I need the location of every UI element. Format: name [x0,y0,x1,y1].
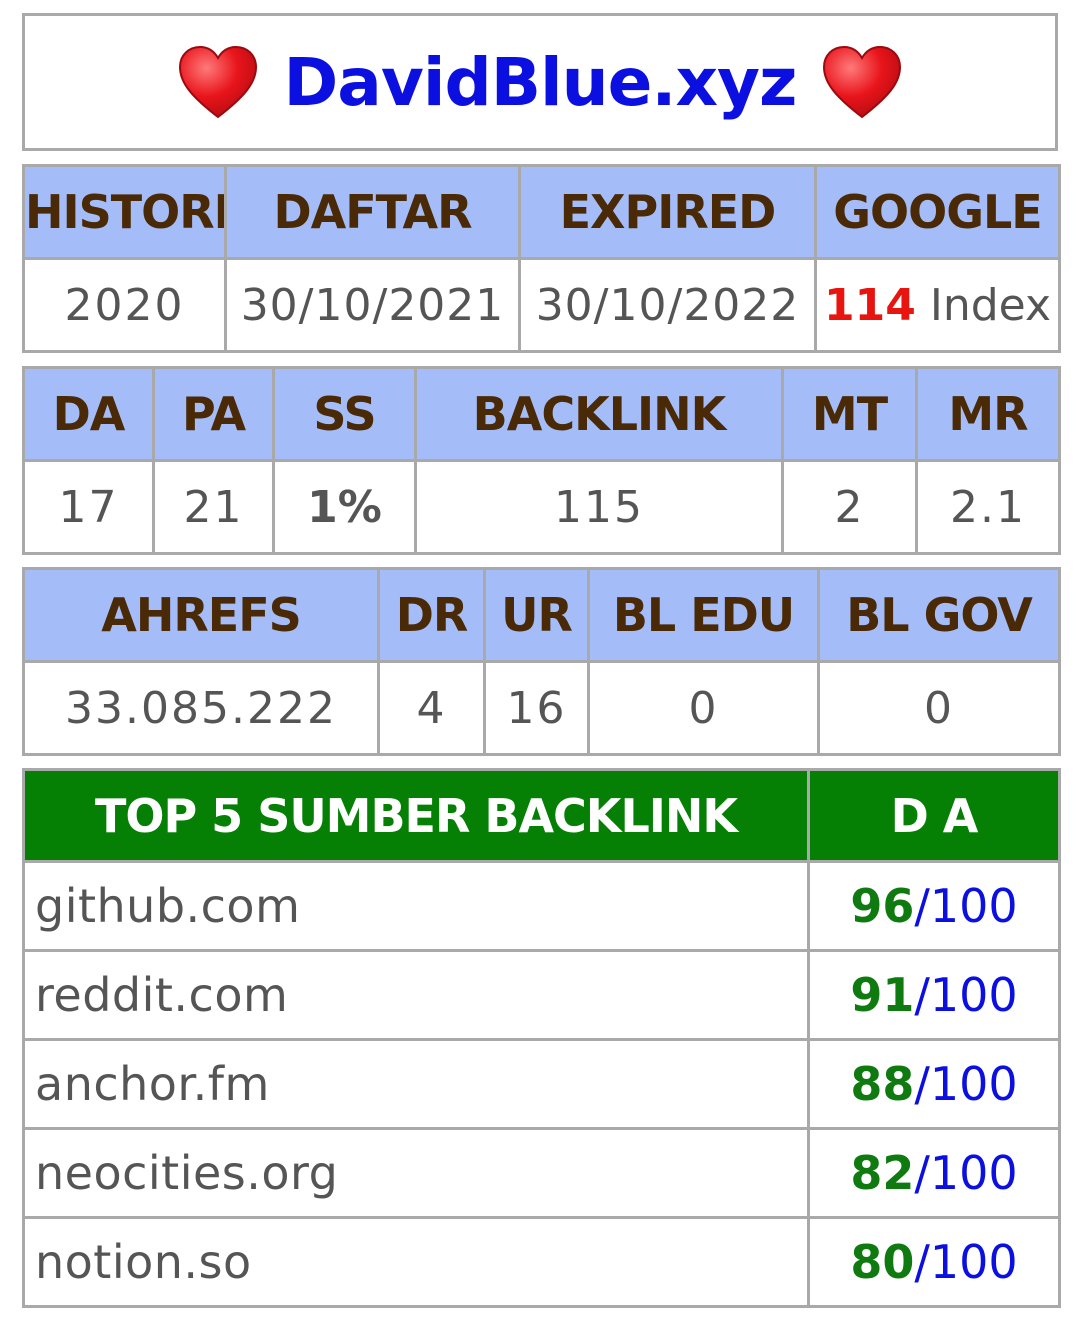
table-row: reddit.com 91/100 [22,949,1061,1041]
score-max: /100 [914,879,1018,933]
header-mr: MR [915,366,1061,462]
value-google: 114 Index [814,257,1061,353]
registration-table: HISTORI DAFTAR EXPIRED GOOGLE 2020 30/10… [22,164,1061,353]
value-ur: 16 [483,660,590,756]
score-max: /100 [914,1235,1018,1289]
google-index-label: Index [929,279,1051,331]
value-da: 17 [22,459,155,555]
title-box: DavidBlue.xyz [22,13,1058,151]
heart-icon [823,45,902,119]
heart-icon [178,45,257,119]
score-value: 91 [850,968,915,1022]
score-value: 96 [850,879,915,933]
header-da: DA [22,366,155,462]
value-backlink: 115 [414,459,784,555]
value-pa: 21 [152,459,275,555]
source-score: 88/100 [807,1038,1061,1130]
header-bl-edu: BL EDU [587,567,820,663]
score-value: 80 [850,1235,915,1289]
header-ahrefs: AHREFS [22,567,380,663]
score-value: 88 [850,1057,915,1111]
value-bl-edu: 0 [587,660,820,756]
value-histori: 2020 [22,257,227,353]
source-score: 96/100 [807,860,1061,952]
value-mr: 2.1 [915,459,1061,555]
source-site: reddit.com [22,949,810,1041]
header-source-da: D A [807,768,1061,863]
header-google: GOOGLE [814,164,1061,260]
value-ahrefs: 33.085.222 [22,660,380,756]
top-backlink-sources-table: TOP 5 SUMBER BACKLINK D A github.com 96/… [22,768,1061,1308]
authority-table: DA PA SS BACKLINK MT MR 17 21 1% 115 2 2… [22,366,1061,555]
table-row: neocities.org 82/100 [22,1127,1061,1219]
score-value: 82 [850,1146,915,1200]
value-bl-gov: 0 [817,660,1061,756]
header-backlink: BACKLINK [414,366,784,462]
header-dr: DR [377,567,486,663]
table-row: anchor.fm 88/100 [22,1038,1061,1130]
value-expired: 30/10/2022 [518,257,817,353]
value-dr: 4 [377,660,486,756]
header-expired: EXPIRED [518,164,817,260]
header-histori: HISTORI [22,164,227,260]
site-title: DavidBlue.xyz [283,43,798,121]
header-ss: SS [272,366,417,462]
google-index-count: 114 [824,279,916,331]
table-row: notion.so 80/100 [22,1216,1061,1308]
score-max: /100 [914,1146,1018,1200]
source-score: 80/100 [807,1216,1061,1308]
source-score: 91/100 [807,949,1061,1041]
header-daftar: DAFTAR [224,164,521,260]
header-pa: PA [152,366,275,462]
value-ss: 1% [272,459,417,555]
source-site: neocities.org [22,1127,810,1219]
header-ur: UR [483,567,590,663]
source-site: anchor.fm [22,1038,810,1130]
source-score: 82/100 [807,1127,1061,1219]
domain-stats-card: DavidBlue.xyz HISTORI DAFTAR EXPIRED GOO… [0,0,1080,1338]
score-max: /100 [914,1057,1018,1111]
header-top-sources: TOP 5 SUMBER BACKLINK [22,768,810,863]
score-max: /100 [914,968,1018,1022]
source-site: notion.so [22,1216,810,1308]
header-bl-gov: BL GOV [817,567,1061,663]
source-site: github.com [22,860,810,952]
value-daftar: 30/10/2021 [224,257,521,353]
header-mt: MT [781,366,918,462]
value-mt: 2 [781,459,918,555]
table-row: github.com 96/100 [22,860,1061,952]
ahrefs-table: AHREFS DR UR BL EDU BL GOV 33.085.222 4 … [22,567,1061,756]
